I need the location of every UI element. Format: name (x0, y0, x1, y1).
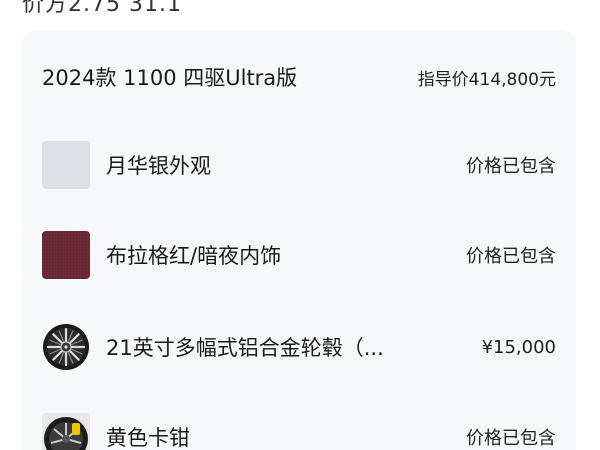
silver-swatch-icon (42, 141, 90, 189)
guide-price: 指导价414,800元 (417, 69, 556, 90)
config-header: 2024款 1100 四驱Ultra版 指导价414,800元 (42, 60, 556, 94)
option-row-calipers[interactable]: 黄色卡钳 价格已包含 (42, 412, 556, 450)
page: 价方2.75 31.1 2024款 1100 四驱Ultra版 指导价414,8… (0, 0, 600, 450)
wheel-icon (43, 324, 89, 370)
option-row-wheels[interactable]: 21英寸多幅式铝合金轮毂（... ¥15,000 (42, 322, 556, 372)
option-label: 黄色卡钳 (106, 426, 190, 450)
option-label: 21英寸多幅式铝合金轮毂（... (106, 336, 384, 360)
option-row-exterior[interactable]: 月华银外观 价格已包含 (42, 140, 556, 190)
caliper-icon (42, 413, 90, 450)
option-price: 价格已包含 (466, 246, 556, 267)
red-swatch-icon (42, 231, 90, 279)
option-price: ¥15,000 (481, 336, 556, 358)
option-row-interior[interactable]: 布拉格红/暗夜内饰 价格已包含 (42, 230, 556, 280)
model-title: 2024款 1100 四驱Ultra版 (42, 66, 298, 90)
config-card: 2024款 1100 四驱Ultra版 指导价414,800元 月华银外观 价格… (22, 30, 576, 450)
option-label: 布拉格红/暗夜内饰 (106, 244, 282, 268)
option-price: 价格已包含 (466, 156, 556, 177)
cut-off-heading: 价方2.75 31.1 (22, 0, 182, 17)
option-label: 月华银外观 (106, 154, 211, 178)
option-price: 价格已包含 (466, 428, 556, 449)
